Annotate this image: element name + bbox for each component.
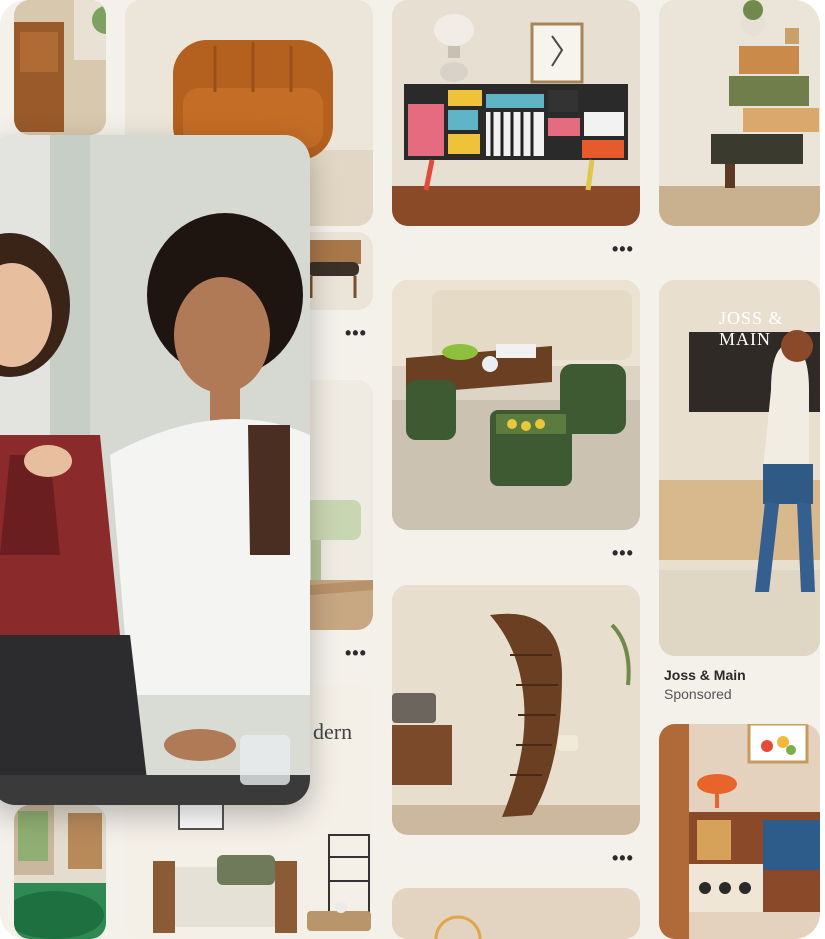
pin-coffee-table-ottomans[interactable] xyxy=(392,280,640,530)
featured-photo-card[interactable] xyxy=(0,135,310,805)
pin-overlay-text: dern xyxy=(313,719,353,744)
pin-curved-dresser[interactable] xyxy=(392,585,640,835)
more-options-button[interactable]: ••• xyxy=(345,644,367,662)
pin-wood-cabinet[interactable] xyxy=(14,0,106,135)
sponsored-label: Sponsored xyxy=(664,686,732,702)
more-options-button[interactable]: ••• xyxy=(612,240,634,258)
more-options-button[interactable]: ••• xyxy=(612,544,634,562)
pin-colorful-dresser[interactable] xyxy=(392,0,640,226)
more-options-button[interactable]: ••• xyxy=(345,324,367,342)
pin-overlay-text: JOSS & MAIN xyxy=(719,308,784,349)
pin-stacked-drawers[interactable] xyxy=(659,0,820,226)
advertiser-name[interactable]: Joss & Main xyxy=(664,667,746,683)
pin-grid: ••• ••• dern ••• ••• ••• JOSS & MAIN Jos… xyxy=(0,0,820,939)
pin-sponsored-media-console[interactable]: JOSS & MAIN xyxy=(659,280,820,656)
pin-clock-partial[interactable] xyxy=(392,888,640,939)
pin-retro-console[interactable] xyxy=(659,724,820,939)
pin-kids-room[interactable] xyxy=(14,805,106,939)
more-options-button[interactable]: ••• xyxy=(612,849,634,867)
